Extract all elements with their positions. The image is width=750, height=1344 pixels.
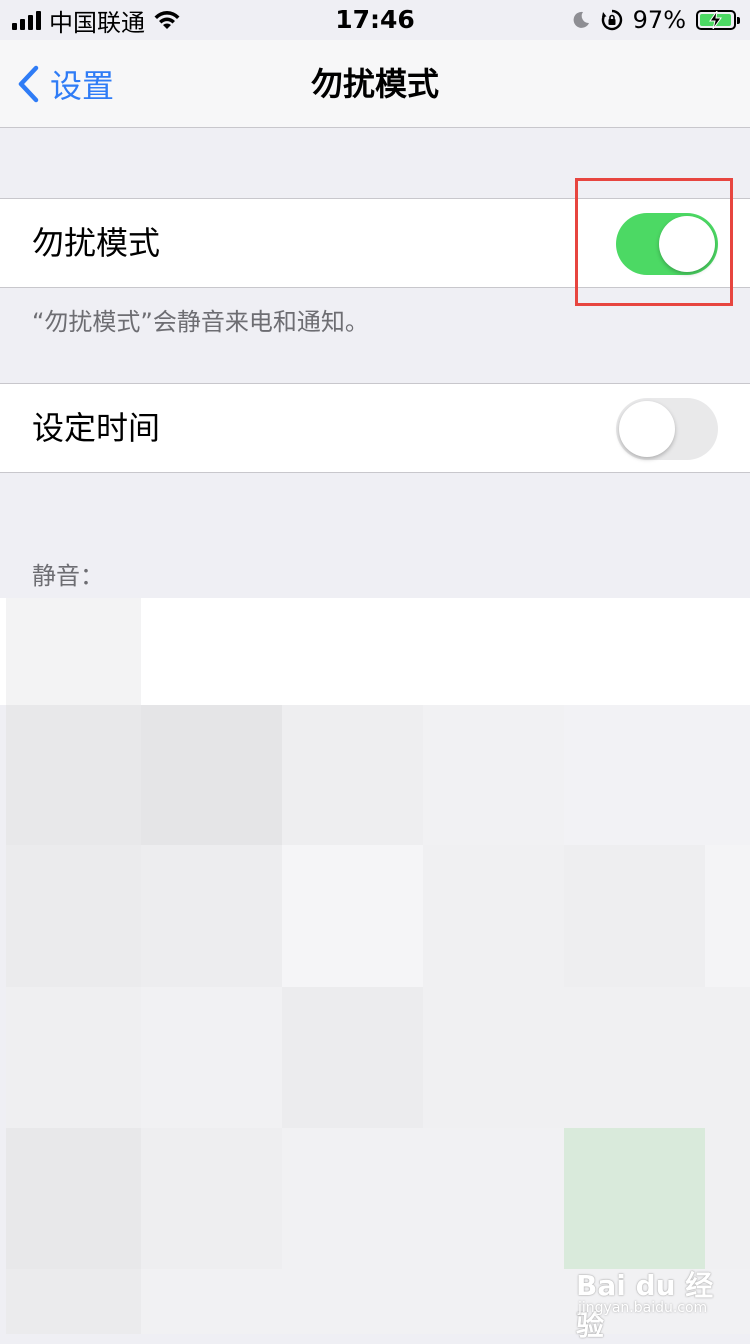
status-bar: 中国联通 17:46 97% <box>0 0 750 40</box>
dnd-label: 勿扰模式 <box>32 224 161 262</box>
mosaic-tile <box>564 705 750 845</box>
scheduled-toggle[interactable] <box>616 398 718 460</box>
mosaic-tile <box>423 987 564 1128</box>
navigation-bar: 设置 勿扰模式 <box>0 40 750 128</box>
pixelated-content <box>0 598 750 1334</box>
silence-section-header: 静音： <box>32 562 104 590</box>
mosaic-tile <box>423 1128 564 1269</box>
mosaic-tile <box>423 705 564 845</box>
watermark-site: jingyan.baidu.com <box>578 1300 708 1316</box>
dnd-footer-note: “勿扰模式”会静音来电和通知。 <box>32 308 369 336</box>
highlight-box <box>575 178 733 306</box>
mosaic-tile <box>423 845 564 987</box>
baidu-jingyan-watermark: Bai du 经验 jingyan.baidu.com <box>576 1264 736 1342</box>
toggle-knob <box>619 401 675 457</box>
mosaic-tile <box>705 845 750 987</box>
mosaic-tile <box>141 987 282 1128</box>
mosaic-tile <box>564 987 750 1128</box>
charging-bolt-icon <box>709 11 722 29</box>
scheduled-label: 设定时间 <box>32 409 161 447</box>
mosaic-tile <box>6 845 141 987</box>
mosaic-tile <box>282 845 423 987</box>
mosaic-tile <box>564 845 705 987</box>
mosaic-tile <box>282 1128 423 1269</box>
battery-cap <box>737 17 740 24</box>
mosaic-tile <box>141 845 282 987</box>
battery-icon <box>696 10 740 30</box>
mosaic-tile <box>6 598 141 705</box>
mosaic-tile <box>141 705 282 845</box>
mosaic-tile <box>6 1128 141 1269</box>
status-right: 97% <box>571 4 740 36</box>
scheduled-cell: 设定时间 <box>0 383 750 473</box>
moon-icon <box>573 11 589 28</box>
battery-percentage: 97% <box>632 6 686 34</box>
mosaic-tile <box>6 705 141 845</box>
page-title: 勿扰模式 <box>310 65 439 103</box>
mosaic-tile <box>6 987 141 1128</box>
orientation-lock-icon <box>601 9 622 31</box>
mosaic-tile <box>282 705 423 845</box>
mosaic-tile <box>564 1128 705 1269</box>
mosaic-tile <box>141 1128 282 1269</box>
mosaic-tile <box>705 1128 750 1269</box>
mosaic-tile <box>282 987 423 1128</box>
mosaic-tile <box>6 1269 141 1334</box>
